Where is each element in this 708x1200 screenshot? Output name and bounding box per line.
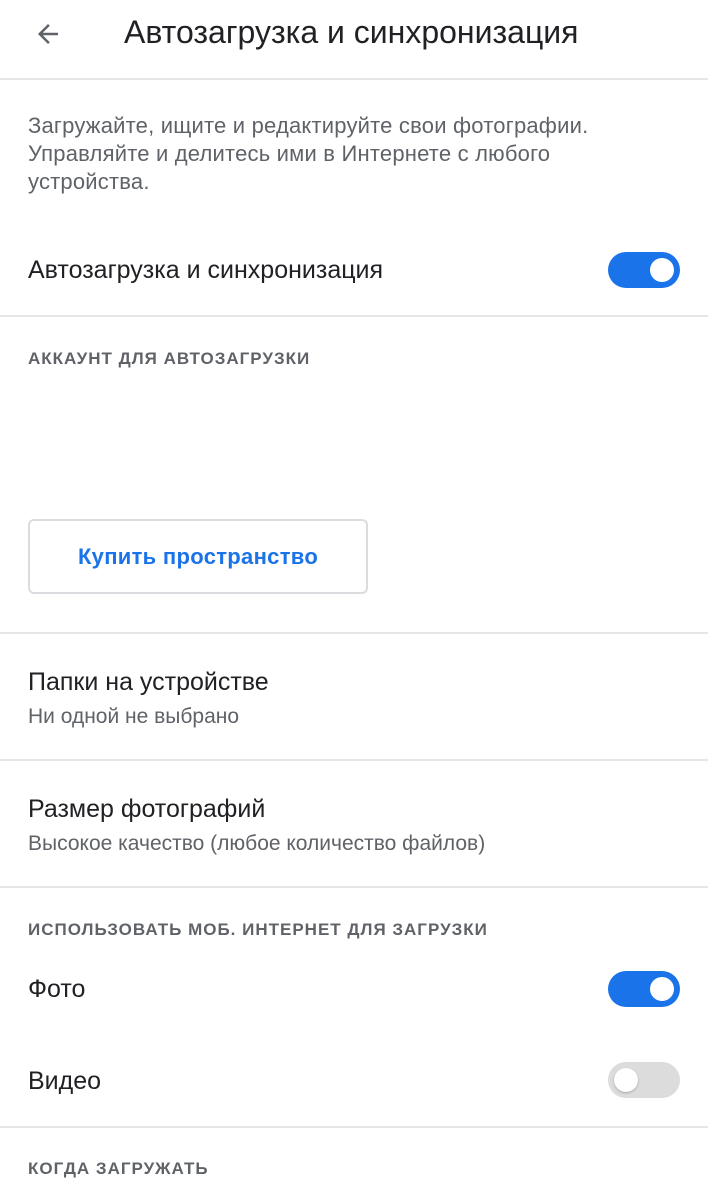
back-button[interactable] bbox=[22, 8, 74, 60]
divider bbox=[0, 1126, 708, 1128]
divider bbox=[0, 315, 708, 317]
feature-description: Загружайте, ищите и редактируйте свои фо… bbox=[28, 113, 589, 194]
photo-size-title: Размер фотографий bbox=[28, 795, 266, 823]
device-folders-row[interactable]: Папки на устройстве Ни одной не выбрано bbox=[0, 634, 708, 758]
mobile-video-label: Видео bbox=[28, 1067, 102, 1095]
toggle-knob bbox=[614, 1068, 638, 1092]
mobile-data-section-header: ИСПОЛЬЗОВАТЬ МОБ. ИНТЕРНЕТ ДЛЯ ЗАГРУЗКИ bbox=[28, 920, 488, 939]
app-bar: Автозагрузка и синхронизация bbox=[0, 0, 708, 80]
buy-storage-button[interactable]: Купить пространство bbox=[28, 519, 368, 594]
backup-sync-settings-screen: Автозагрузка и синхронизация Загружайте,… bbox=[0, 0, 708, 1200]
divider bbox=[0, 886, 708, 888]
mobile-video-row[interactable]: Видео bbox=[0, 1046, 708, 1116]
toggle-knob bbox=[650, 977, 674, 1001]
mobile-video-toggle[interactable] bbox=[608, 1062, 680, 1098]
backup-sync-label: Автозагрузка и синхронизация bbox=[28, 256, 384, 284]
mobile-photo-row[interactable]: Фото bbox=[0, 955, 708, 1025]
mobile-photo-toggle[interactable] bbox=[608, 971, 680, 1007]
photo-size-subtitle: Высокое качество (любое количество файло… bbox=[28, 832, 486, 855]
backup-sync-toggle[interactable] bbox=[608, 252, 680, 288]
arrow-back-icon bbox=[38, 24, 58, 44]
toggle-knob bbox=[650, 258, 674, 282]
backup-sync-row[interactable]: Автозагрузка и синхронизация bbox=[0, 236, 708, 306]
mobile-photo-label: Фото bbox=[28, 975, 86, 1003]
device-folders-title: Папки на устройстве bbox=[28, 668, 269, 696]
page-title: Автозагрузка и синхронизация bbox=[124, 14, 579, 50]
photo-size-row[interactable]: Размер фотографий Высокое качество (любо… bbox=[0, 761, 708, 885]
account-section-header: АККАУНТ ДЛЯ АВТОЗАГРУЗКИ bbox=[28, 349, 311, 368]
device-folders-subtitle: Ни одной не выбрано bbox=[28, 705, 240, 728]
when-section-header: КОГДА ЗАГРУЖАТЬ bbox=[28, 1159, 209, 1178]
